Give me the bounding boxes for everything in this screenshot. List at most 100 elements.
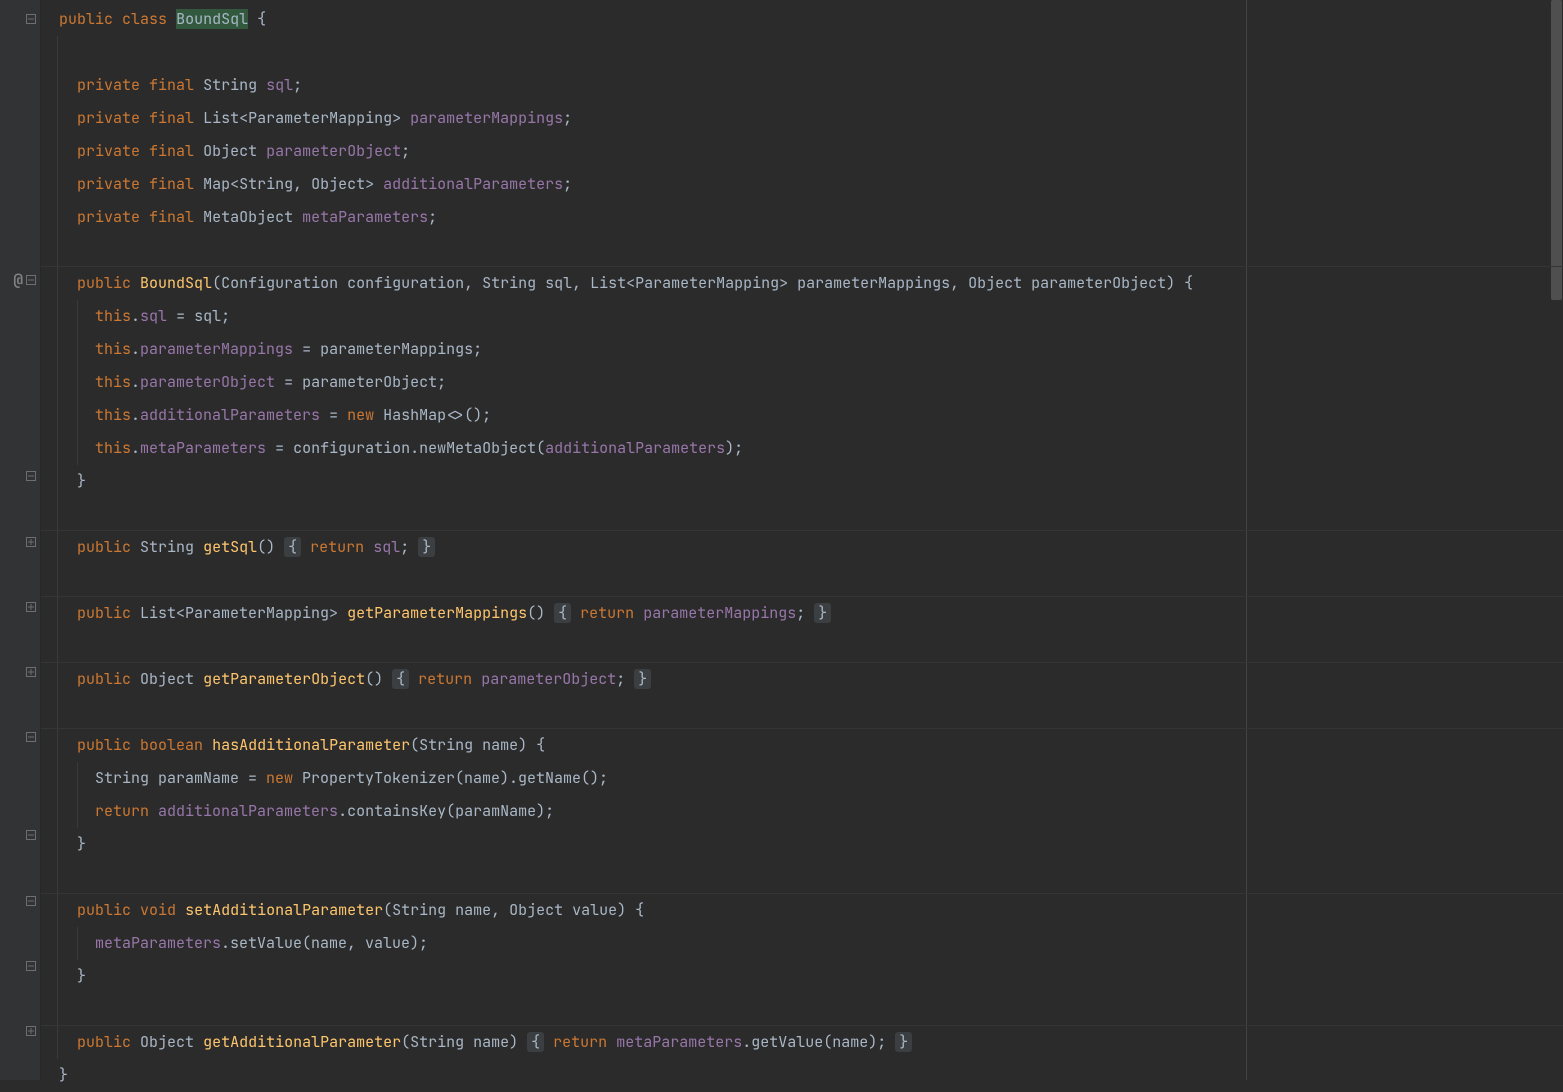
code-line[interactable]: private final List<ParameterMapping> par… bbox=[41, 102, 1563, 135]
method-sig: (String name, Object value) { bbox=[383, 900, 644, 920]
folded-brace-open[interactable]: { bbox=[284, 537, 301, 557]
assign: = parameterMappings; bbox=[293, 339, 482, 359]
kw-public: public bbox=[77, 735, 131, 755]
kw-final: final bbox=[149, 75, 194, 95]
code-line[interactable]: private final Object parameterObject; bbox=[41, 135, 1563, 168]
params: () bbox=[365, 669, 383, 689]
code-line[interactable]: public Object getAdditionalParameter(Str… bbox=[41, 1026, 1563, 1059]
code-line[interactable]: this.parameterMappings = parameterMappin… bbox=[41, 333, 1563, 366]
folded-brace-close[interactable]: } bbox=[634, 669, 651, 689]
code-line[interactable]: private final MetaObject metaParameters; bbox=[41, 201, 1563, 234]
field: metaParameters bbox=[95, 933, 221, 953]
folded-brace-open[interactable]: { bbox=[527, 1032, 544, 1052]
vcs-change-icon[interactable]: @ bbox=[13, 272, 23, 288]
code-line[interactable]: this.additionalParameters = new HashMap<… bbox=[41, 399, 1563, 432]
kw-public: public bbox=[77, 669, 131, 689]
indent-guide bbox=[57, 36, 58, 69]
kw-public: public bbox=[59, 9, 113, 29]
semi: ; bbox=[616, 669, 625, 689]
field: parameterObject bbox=[140, 372, 275, 392]
code-line[interactable]: } bbox=[41, 465, 1563, 498]
code-line[interactable]: public Object getParameterObject() { ret… bbox=[41, 663, 1563, 696]
folded-brace-open[interactable]: { bbox=[554, 603, 571, 623]
gutter-row bbox=[0, 754, 40, 787]
type: Object bbox=[140, 1032, 194, 1052]
indent-guide bbox=[57, 498, 58, 531]
code-line[interactable]: private final Map<String, Object> additi… bbox=[41, 168, 1563, 201]
code-line[interactable]: } bbox=[41, 960, 1563, 993]
type: Map<String, Object> bbox=[203, 174, 374, 194]
semi: ; bbox=[796, 603, 805, 623]
code-line[interactable]: private final String sql; bbox=[41, 69, 1563, 102]
code-line-empty[interactable] bbox=[41, 696, 1563, 729]
indent-guide bbox=[57, 597, 58, 630]
indent-guide bbox=[57, 762, 58, 795]
method-sig: (String name) { bbox=[410, 735, 545, 755]
code-area[interactable]: public class BoundSql { private final St… bbox=[41, 0, 1563, 1080]
code-line[interactable]: this.parameterObject = parameterObject; bbox=[41, 366, 1563, 399]
semi: ; bbox=[428, 207, 437, 227]
assign: = parameterObject; bbox=[275, 372, 446, 392]
code-line[interactable]: public BoundSql(Configuration configurat… bbox=[41, 267, 1563, 300]
code-line[interactable]: return additionalParameters.containsKey(… bbox=[41, 795, 1563, 828]
kw-this: this bbox=[95, 438, 131, 458]
code-line-empty[interactable] bbox=[41, 498, 1563, 531]
indent-guide bbox=[77, 366, 78, 399]
brace: } bbox=[77, 471, 86, 491]
folded-brace-close[interactable]: } bbox=[418, 537, 435, 557]
fold-end-icon[interactable] bbox=[26, 830, 36, 840]
code-line-empty[interactable] bbox=[41, 861, 1563, 894]
fold-collapse-icon[interactable] bbox=[26, 275, 36, 285]
fold-expand-icon[interactable] bbox=[26, 537, 36, 547]
folded-brace-close[interactable]: } bbox=[814, 603, 831, 623]
indent-guide bbox=[57, 927, 58, 960]
code-line[interactable]: this.metaParameters = configuration.newM… bbox=[41, 432, 1563, 465]
assign: = sql; bbox=[167, 306, 230, 326]
fold-collapse-icon[interactable] bbox=[26, 14, 36, 24]
indent-guide bbox=[57, 729, 58, 762]
code-line[interactable]: public void setAdditionalParameter(Strin… bbox=[41, 894, 1563, 927]
code-line[interactable]: public class BoundSql { bbox=[41, 3, 1563, 36]
field: metaParameters bbox=[616, 1032, 742, 1052]
fold-expand-icon[interactable] bbox=[26, 1026, 36, 1036]
kw-public: public bbox=[77, 273, 131, 293]
code-line[interactable]: public List<ParameterMapping> getParamet… bbox=[41, 597, 1563, 630]
code-line-empty[interactable] bbox=[41, 564, 1563, 597]
code-line[interactable]: public boolean hasAdditionalParameter(St… bbox=[41, 729, 1563, 762]
code-line[interactable]: } bbox=[41, 828, 1563, 861]
fold-expand-icon[interactable] bbox=[26, 667, 36, 677]
method-sig: (String name) bbox=[401, 1032, 518, 1052]
fold-collapse-icon[interactable] bbox=[26, 896, 36, 906]
kw-private: private bbox=[77, 141, 140, 161]
kw-this: this bbox=[95, 372, 131, 392]
indent-guide bbox=[57, 1026, 58, 1059]
kw-void: void bbox=[140, 900, 176, 920]
code-line[interactable]: String paramName = new PropertyTokenizer… bbox=[41, 762, 1563, 795]
field: parameterObject bbox=[266, 141, 401, 161]
fold-collapse-icon[interactable] bbox=[26, 732, 36, 742]
field-arg: additionalParameters bbox=[545, 438, 725, 458]
code-line-empty[interactable] bbox=[41, 993, 1563, 1026]
kw-public: public bbox=[77, 900, 131, 920]
code-line-empty[interactable] bbox=[41, 630, 1563, 663]
code-line-empty[interactable] bbox=[41, 36, 1563, 69]
indent-guide bbox=[77, 795, 78, 828]
code-line[interactable]: public String getSql() { return sql; } bbox=[41, 531, 1563, 564]
indent-guide bbox=[57, 234, 58, 267]
indent-guide bbox=[57, 300, 58, 333]
fold-expand-icon[interactable] bbox=[26, 602, 36, 612]
code-line[interactable]: metaParameters.setValue(name, value); bbox=[41, 927, 1563, 960]
folded-brace-close[interactable]: } bbox=[895, 1032, 912, 1052]
dot: . bbox=[131, 306, 140, 326]
code-line-empty[interactable] bbox=[41, 234, 1563, 267]
kw-final: final bbox=[149, 141, 194, 161]
fold-end-icon[interactable] bbox=[26, 961, 36, 971]
folded-brace-open[interactable]: { bbox=[392, 669, 409, 689]
indent-guide bbox=[57, 333, 58, 366]
field: sql bbox=[266, 75, 293, 95]
indent-guide bbox=[57, 960, 58, 993]
kw-return: return bbox=[310, 537, 364, 557]
code-line[interactable]: this.sql = sql; bbox=[41, 300, 1563, 333]
fold-end-icon[interactable] bbox=[26, 471, 36, 481]
code-line[interactable]: } bbox=[41, 1059, 1563, 1092]
